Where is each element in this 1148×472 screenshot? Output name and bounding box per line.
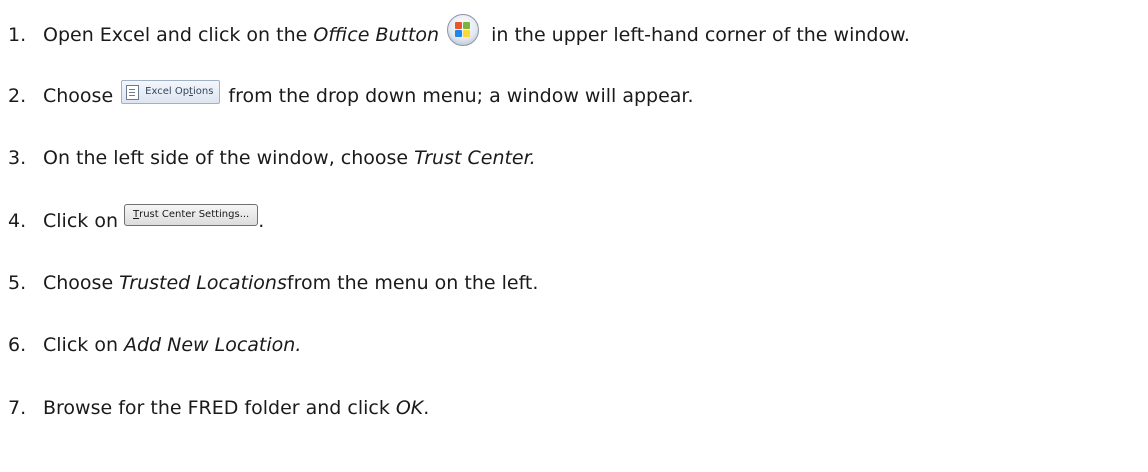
step-text: . [423, 397, 430, 419]
excel-options-button[interactable]: Excel Options [121, 80, 221, 104]
step-text: . [258, 210, 265, 232]
add-new-location-label: Add New Location. [123, 334, 302, 356]
step-number: 5. [8, 272, 27, 294]
step-text: Click on [43, 334, 118, 356]
trusted-locations-label: Trusted Locations [119, 272, 287, 294]
step-2: 2. Choose Excel Options from the drop do… [8, 80, 694, 108]
trust-center-settings-button[interactable]: Trust Center Settings... [123, 204, 259, 226]
step-5: 5. Choose Trusted Locations from the men… [8, 271, 538, 295]
step-6: 6. Click on Add New Location. [8, 333, 301, 357]
office-button-icon [445, 12, 481, 48]
step-text: Click on [43, 210, 118, 232]
trust-center-label: Trust Center. [414, 147, 536, 169]
step-number: 4. [8, 210, 27, 232]
step-text: in the upper left-hand corner of the win… [491, 24, 910, 46]
step-4: 4. Click on Trust Center Settings... . [8, 204, 265, 233]
step-number: 6. [8, 334, 27, 356]
step-text: Open Excel and click on the [43, 24, 308, 46]
step-text: from the menu on the left. [286, 272, 539, 294]
ok-label: OK [395, 397, 424, 419]
step-text: Browse for the FRED folder and click [43, 397, 390, 419]
excel-options-icon [126, 84, 140, 100]
step-text: On the left side of the window, choose [43, 147, 409, 169]
step-number: 2. [8, 85, 27, 107]
excel-options-label: Excel Options [145, 86, 214, 97]
step-7: 7. Browse for the FRED folder and click … [8, 396, 429, 420]
step-3: 3. On the left side of the window, choos… [8, 146, 536, 170]
step-text: from the drop down menu; a window will a… [228, 85, 694, 107]
step-1: 1. Open Excel and click on the Office Bu… [8, 14, 910, 53]
step-number: 7. [8, 397, 27, 419]
instructions-page: { "steps": [ {"num": "1.", "parts": ["Op… [0, 0, 1148, 472]
office-button-label: Office Button [313, 24, 440, 46]
step-text: Choose [43, 85, 114, 107]
step-number: 1. [8, 24, 27, 46]
step-number: 3. [8, 147, 27, 169]
step-text: Choose [43, 272, 114, 294]
